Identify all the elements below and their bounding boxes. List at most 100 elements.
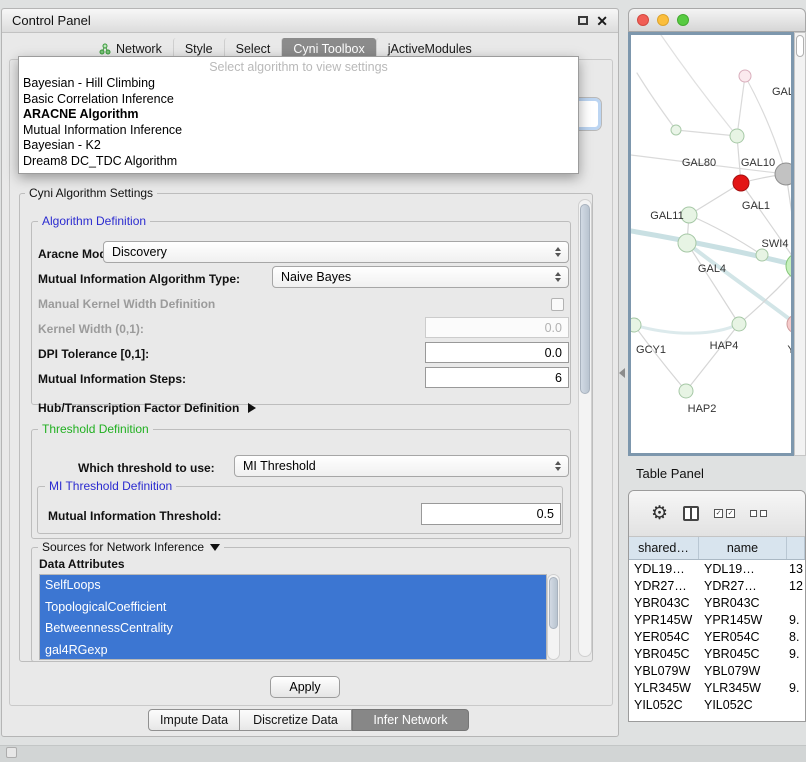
network-canvas[interactable]: GALGAL80GAL10GAL11GAL1SWI4GAL4GCY1HAP4YH…: [631, 35, 794, 453]
data-attributes-list[interactable]: SelfLoopsTopologicalCoefficientBetweenne…: [39, 574, 547, 660]
apply-button[interactable]: Apply: [270, 676, 340, 698]
network-scrollbar-thumb[interactable]: [796, 35, 804, 57]
table-panel-title: Table Panel: [636, 466, 704, 481]
network-edge: [661, 35, 737, 136]
mi-threshold-input[interactable]: [421, 503, 561, 525]
bottom-tab-infer-network[interactable]: Infer Network: [352, 709, 469, 731]
float-panel-icon[interactable]: [578, 16, 588, 25]
network-edge: [689, 183, 741, 215]
bottom-tab-discretize-data[interactable]: Discretize Data: [239, 709, 352, 731]
which-threshold-select[interactable]: MI Threshold: [234, 455, 569, 477]
bottom-tab-impute-data[interactable]: Impute Data: [148, 709, 240, 731]
algorithm-option[interactable]: Mutual Information Inference: [19, 123, 578, 139]
table-row[interactable]: YDR27…YDR27…12: [629, 577, 805, 594]
table-cell: YLR345W: [629, 681, 699, 695]
network-node[interactable]: [756, 249, 768, 261]
network-edge: [676, 130, 737, 136]
chevron-down-icon: [210, 544, 220, 551]
table-cell: 8.: [787, 630, 805, 644]
network-node[interactable]: [631, 318, 641, 332]
table-cell: YER054C: [699, 630, 787, 644]
network-node[interactable]: [739, 70, 751, 82]
kernel-width-input: [425, 317, 569, 338]
settings-scrollbar-thumb[interactable]: [580, 204, 590, 394]
attribute-item[interactable]: TopologicalCoefficient: [40, 597, 546, 619]
table-row[interactable]: YIL052CYIL052C: [629, 696, 805, 713]
node-label: HAP2: [688, 403, 717, 415]
table-cell: YBL079W: [699, 664, 787, 678]
network-node[interactable]: [679, 384, 693, 398]
close-panel-icon[interactable]: ✕: [596, 14, 608, 28]
dpi-tolerance-input[interactable]: [425, 342, 569, 363]
mi-type-select[interactable]: Naive Bayes: [272, 266, 569, 288]
sources-group-title[interactable]: Sources for Network Inference: [38, 540, 224, 554]
algorithm-definition-title: Algorithm Definition: [38, 214, 150, 228]
algorithm-option[interactable]: ARACNE Algorithm: [19, 107, 578, 123]
column-header[interactable]: shared…: [629, 537, 699, 559]
attribute-item[interactable]: gal4RGexp: [40, 640, 546, 661]
algorithm-option[interactable]: Dream8 DC_TDC Algorithm: [19, 154, 578, 170]
network-node[interactable]: [786, 253, 794, 279]
table-row[interactable]: YPR145WYPR145W9.: [629, 611, 805, 628]
aracne-mode-select[interactable]: Discovery: [103, 241, 569, 263]
network-node[interactable]: [678, 234, 696, 252]
column-header[interactable]: [787, 537, 805, 559]
hub-definition-label: Hub/Transcription Factor Definition: [38, 401, 239, 415]
columns-icon[interactable]: [683, 506, 699, 521]
attributes-scrollbar-thumb[interactable]: [549, 577, 558, 629]
attribute-item[interactable]: BetweennessCentrality: [40, 618, 546, 640]
checkbox-checked-glyph: ✓: [714, 509, 723, 518]
network-edge: [687, 243, 739, 324]
table-cell: YDR27…: [629, 579, 699, 593]
algorithm-option[interactable]: Basic Correlation Inference: [19, 92, 578, 108]
network-node[interactable]: [730, 129, 744, 143]
network-edge: [634, 324, 739, 333]
network-node[interactable]: [732, 317, 746, 331]
tab-label: Style: [185, 42, 213, 56]
table-cell: 9.: [787, 613, 805, 627]
checkbox-checked-glyph: ✓: [726, 509, 735, 518]
network-node[interactable]: [733, 175, 749, 191]
checkbox-empty-glyph: [760, 510, 767, 517]
table-cell: YIL052C: [699, 698, 787, 712]
table-row[interactable]: YBL079WYBL079W: [629, 662, 805, 679]
table-row[interactable]: YBR043CYBR043C: [629, 594, 805, 611]
attributes-scrollbar[interactable]: [547, 574, 560, 660]
table-row[interactable]: YDL19…YDL19…13: [629, 560, 805, 577]
close-window-icon[interactable]: [637, 14, 649, 26]
attribute-item[interactable]: SelfLoops: [40, 575, 546, 597]
tab-label: Cyni Toolbox: [293, 42, 364, 56]
table-cell: YLR345W: [699, 681, 787, 695]
network-icon: [99, 43, 111, 55]
splitter-collapse-icon[interactable]: [619, 368, 625, 378]
mi-steps-input[interactable]: [425, 367, 569, 388]
which-threshold-value: MI Threshold: [243, 459, 316, 473]
node-label: SWI4: [762, 238, 789, 250]
gear-icon[interactable]: ⚙: [651, 504, 668, 523]
control-panel-title: Control Panel: [12, 13, 91, 28]
table-row[interactable]: YER054CYER054C8.: [629, 628, 805, 645]
hub-definition-toggle[interactable]: Hub/Transcription Factor Definition: [38, 401, 256, 415]
node-label: GAL10: [741, 157, 775, 169]
network-scrollbar[interactable]: [794, 32, 806, 456]
algorithm-option[interactable]: Bayesian - Hill Climbing: [19, 76, 578, 92]
table-row[interactable]: YBR045CYBR045C9.: [629, 645, 805, 662]
table-cell: 9.: [787, 647, 805, 661]
network-node[interactable]: [671, 125, 681, 135]
checkbox-empty-glyph: [750, 510, 757, 517]
aracne-mode-value: Discovery: [112, 245, 167, 259]
node-label: HAP4: [710, 340, 739, 352]
settings-scrollbar[interactable]: [578, 199, 592, 657]
network-node[interactable]: [775, 163, 794, 185]
zoom-window-icon[interactable]: [677, 14, 689, 26]
minimize-window-icon[interactable]: [657, 14, 669, 26]
checked-boxes-icon[interactable]: ✓ ✓: [714, 509, 735, 518]
table-row[interactable]: YLR345WYLR345W9.: [629, 679, 805, 696]
column-header[interactable]: name: [699, 537, 787, 559]
resize-grip[interactable]: [6, 747, 17, 758]
node-label: GAL80: [682, 157, 716, 169]
unchecked-boxes-icon[interactable]: [750, 510, 767, 517]
network-edge: [634, 325, 686, 391]
dpi-tolerance-label: DPI Tolerance [0,1]:: [38, 347, 149, 361]
algorithm-option[interactable]: Bayesian - K2: [19, 138, 578, 154]
